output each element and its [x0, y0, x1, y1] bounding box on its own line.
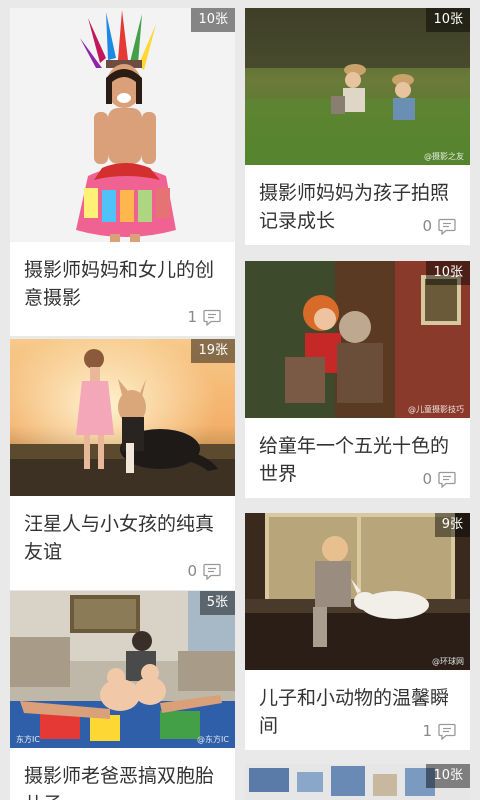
article-caption: 儿子和小动物的温馨瞬间 1: [245, 670, 470, 750]
article-caption: 摄影师妈妈为孩子拍照记录成长 0: [245, 165, 470, 245]
article-thumbnail[interactable]: 19张: [10, 339, 235, 496]
article-card[interactable]: 19张 汪星人与小女孩的纯真友谊 0: [10, 339, 235, 590]
comment-count: 0: [422, 217, 432, 235]
article-title[interactable]: 儿子和小动物的温馨瞬间: [259, 684, 449, 740]
article-thumbnail[interactable]: 10张 @儿童摄影技巧: [245, 261, 470, 418]
comment-bubble-icon: [203, 309, 221, 326]
article-caption: 给童年一个五光十色的世界 0: [245, 418, 470, 498]
comment-count: 0: [187, 562, 197, 580]
watermark: @儿童摄影技巧: [408, 405, 464, 414]
article-card[interactable]: 10张 摄影师妈妈和女儿的创意摄影 1: [10, 8, 235, 336]
article-card[interactable]: 5张 东方IC @东方IC 摄影师老爸恶搞双胞胎儿子: [10, 591, 235, 800]
comment-meta[interactable]: 0: [187, 562, 221, 580]
image-count-badge: 10张: [426, 261, 470, 285]
article-thumbnail[interactable]: 10张: [245, 764, 470, 800]
image-count-badge: 19张: [191, 339, 235, 363]
comment-count: 1: [187, 308, 197, 326]
article-card[interactable]: 10张 @儿童摄影技巧 给童年一个五光十色的世界 0: [245, 261, 470, 498]
watermark: @环球网: [432, 657, 464, 666]
comment-meta[interactable]: 0: [422, 470, 456, 488]
image-count-badge: 10张: [426, 8, 470, 32]
article-title[interactable]: 汪星人与小女孩的纯真友谊: [24, 510, 214, 566]
article-caption: 摄影师妈妈和女儿的创意摄影 1: [10, 242, 235, 336]
image-count-badge: 10张: [426, 764, 470, 788]
article-title[interactable]: 摄影师老爸恶搞双胞胎儿子: [24, 762, 214, 800]
comment-count: 0: [422, 470, 432, 488]
article-thumbnail[interactable]: 10张: [10, 8, 235, 242]
comment-count: 1: [422, 722, 432, 740]
image-count-badge: 10张: [191, 8, 235, 32]
comment-bubble-icon: [438, 723, 456, 740]
comment-bubble-icon: [203, 563, 221, 580]
article-title[interactable]: 摄影师妈妈和女儿的创意摄影: [24, 256, 214, 312]
article-thumbnail[interactable]: 5张 东方IC @东方IC: [10, 591, 235, 748]
comment-meta[interactable]: 1: [187, 308, 221, 326]
article-title[interactable]: 给童年一个五光十色的世界: [259, 432, 449, 488]
comment-bubble-icon: [438, 471, 456, 488]
watermark: @东方IC: [197, 735, 229, 744]
comment-meta[interactable]: 1: [422, 722, 456, 740]
article-caption: 汪星人与小女孩的纯真友谊 0: [10, 496, 235, 590]
article-caption: 摄影师老爸恶搞双胞胎儿子: [10, 748, 235, 800]
article-card[interactable]: 10张 @摄影之友 摄影师妈妈为孩子拍照记录成长 0: [245, 8, 470, 245]
comment-meta[interactable]: 0: [422, 217, 456, 235]
comment-bubble-icon: [438, 218, 456, 235]
watermark: @摄影之友: [424, 152, 464, 161]
watermark-brand: 东方IC: [16, 735, 40, 744]
article-card[interactable]: 9张 @环球网 儿子和小动物的温馨瞬间 1: [245, 513, 470, 750]
article-thumbnail[interactable]: 9张 @环球网: [245, 513, 470, 670]
photo-girl-feather-headdress: [10, 8, 235, 242]
article-title[interactable]: 摄影师妈妈为孩子拍照记录成长: [259, 179, 449, 235]
article-card[interactable]: 10张: [245, 764, 470, 800]
image-count-badge: 9张: [434, 513, 470, 537]
image-count-badge: 5张: [199, 591, 235, 615]
article-thumbnail[interactable]: 10张 @摄影之友: [245, 8, 470, 165]
